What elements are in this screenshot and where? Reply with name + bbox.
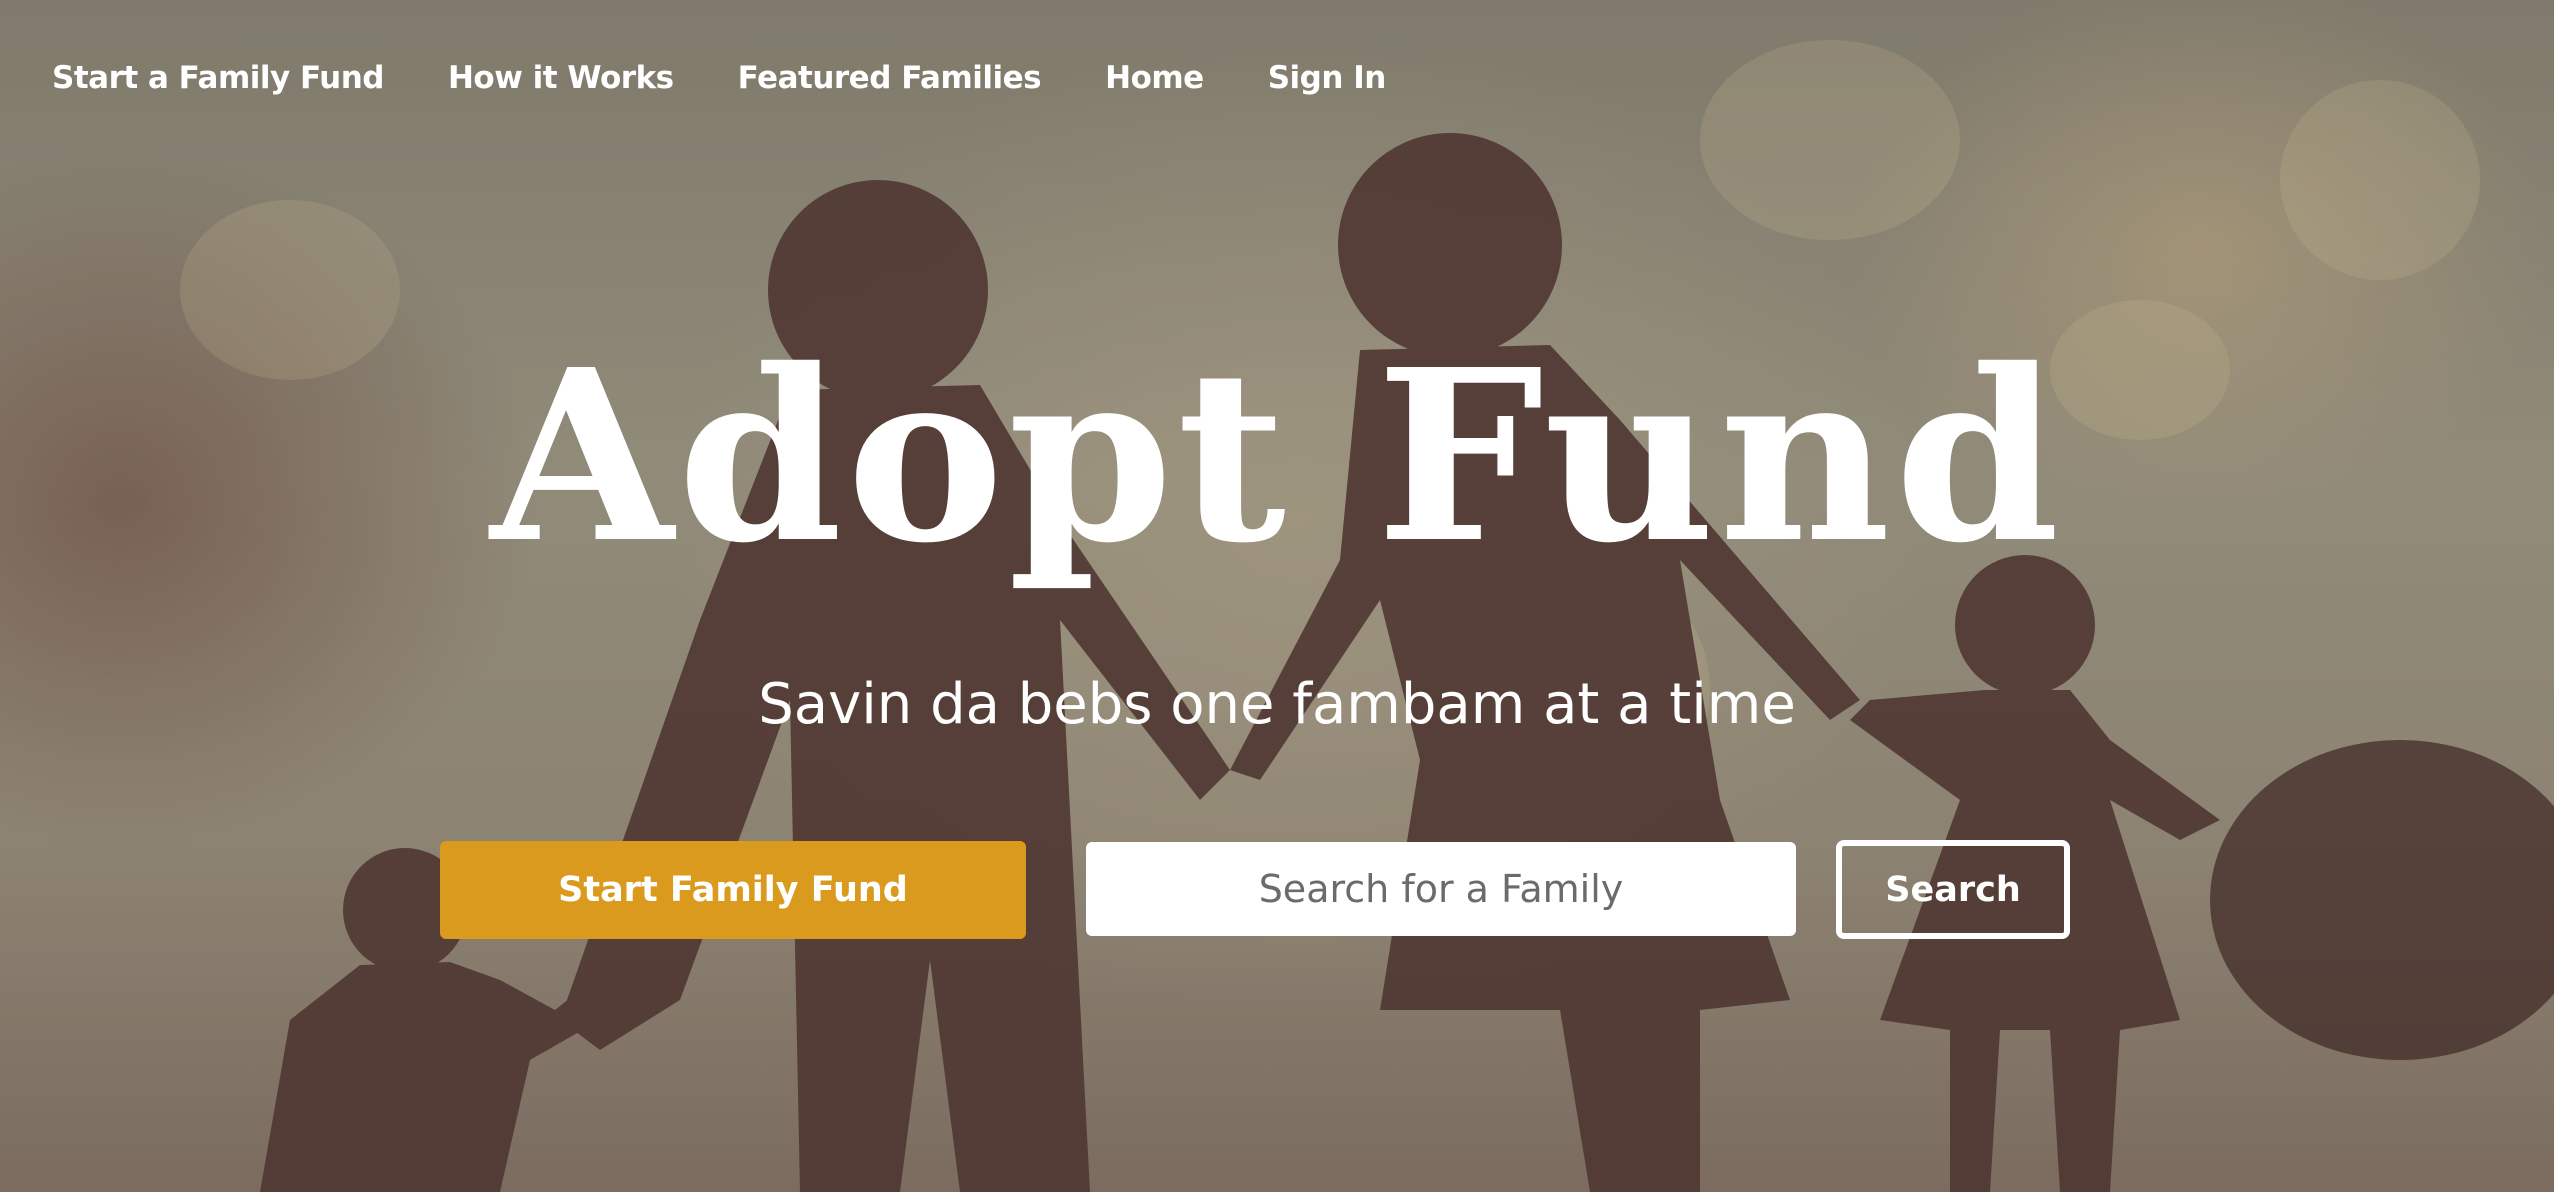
hero-background — [0, 0, 2554, 1192]
search-button[interactable]: Search — [1836, 840, 2070, 939]
dark-overlay — [0, 0, 2554, 1192]
top-nav: Start a Family Fund How it Works Feature… — [52, 60, 1386, 96]
nav-sign-in[interactable]: Sign In — [1268, 60, 1387, 96]
nav-featured-families[interactable]: Featured Families — [738, 60, 1042, 96]
nav-start-family-fund[interactable]: Start a Family Fund — [52, 60, 384, 96]
hero-title: Adopt Fund — [490, 317, 2064, 595]
hero-subtitle: Savin da bebs one fambam at a time — [758, 672, 1796, 737]
start-family-fund-button[interactable]: Start Family Fund — [440, 841, 1026, 939]
nav-how-it-works[interactable]: How it Works — [448, 60, 674, 96]
search-family-input[interactable] — [1086, 842, 1796, 936]
nav-home[interactable]: Home — [1105, 60, 1204, 96]
